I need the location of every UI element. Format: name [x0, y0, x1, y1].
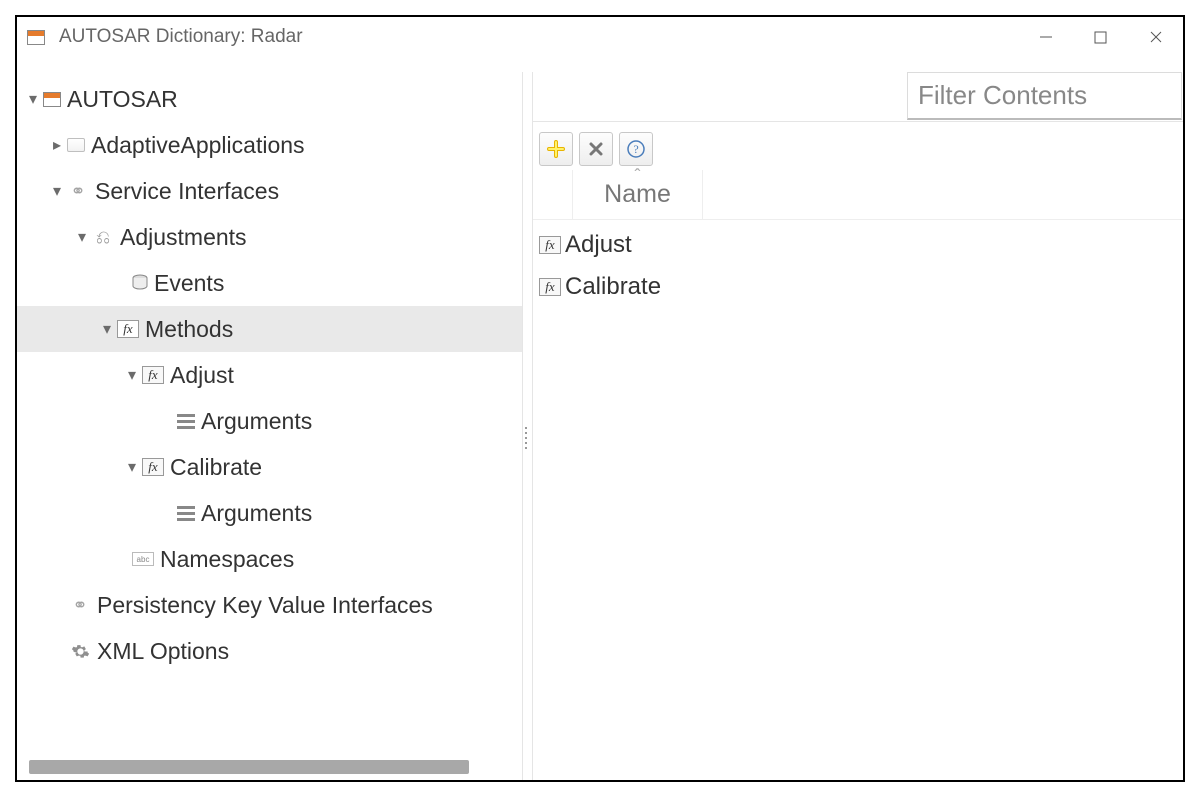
tree-pane: ▾ AUTOSAR ▸ AdaptiveApplications ▾ ⚭ Ser…	[17, 72, 522, 780]
minimize-icon	[1039, 30, 1053, 44]
help-icon: ?	[627, 140, 645, 158]
gear-icon	[69, 640, 91, 662]
tree-label: AdaptiveApplications	[91, 132, 305, 159]
tree-label: Persistency Key Value Interfaces	[97, 592, 433, 619]
toolbar: ?	[533, 122, 1183, 170]
tree-label: Calibrate	[170, 454, 262, 481]
header-label: Name	[604, 180, 671, 209]
detail-pane: Filter Contents ? Name	[532, 72, 1183, 780]
chevron-down-icon[interactable]: ▾	[122, 365, 142, 385]
app-icon	[27, 30, 45, 45]
maximize-button[interactable]	[1073, 17, 1128, 57]
fx-icon: fx	[142, 458, 164, 476]
list-header: Name	[533, 170, 1183, 220]
splitter-grip-icon	[525, 427, 527, 449]
list-item-calibrate[interactable]: fx Calibrate	[533, 266, 1183, 308]
tree-label: Adjust	[170, 362, 234, 389]
chevron-down-icon[interactable]: ▾	[122, 457, 142, 477]
tree-node-persistency[interactable]: ⚭ Persistency Key Value Interfaces	[17, 582, 522, 628]
chevron-down-icon[interactable]: ▾	[97, 319, 117, 339]
minimize-button[interactable]	[1018, 17, 1073, 57]
arguments-icon	[177, 502, 195, 524]
tree-node-xml-options[interactable]: XML Options	[17, 628, 522, 674]
chevron-down-icon[interactable]: ▾	[47, 181, 67, 201]
x-icon	[588, 141, 604, 157]
list-body: fx Adjust fx Calibrate	[533, 220, 1183, 308]
tree-label: Events	[154, 270, 224, 297]
list-item-label: Calibrate	[565, 273, 661, 301]
fx-icon: fx	[539, 236, 561, 254]
tree-node-adjust[interactable]: ▾ fx Adjust	[17, 352, 522, 398]
interfaces-icon: ⚭	[69, 594, 91, 616]
filter-input[interactable]: Filter Contents	[907, 72, 1182, 120]
filter-placeholder: Filter Contents	[918, 80, 1087, 111]
tree-label: AUTOSAR	[67, 86, 178, 113]
filter-spacer	[533, 72, 907, 121]
tree: ▾ AUTOSAR ▸ AdaptiveApplications ▾ ⚭ Ser…	[17, 72, 522, 674]
tree-node-calibrate[interactable]: ▾ fx Calibrate	[17, 444, 522, 490]
add-button[interactable]	[539, 132, 573, 166]
tree-label: Namespaces	[160, 546, 294, 573]
tree-label: Adjustments	[120, 224, 247, 251]
window-frame: AUTOSAR Dictionary: Radar ▾ AUTOSAR	[15, 15, 1185, 782]
tree-node-namespaces[interactable]: abc Namespaces	[17, 536, 522, 582]
window-controls	[1018, 17, 1183, 57]
filter-row: Filter Contents	[533, 72, 1183, 122]
chevron-down-icon[interactable]: ▾	[23, 89, 43, 109]
interfaces-icon: ⚭	[67, 180, 89, 202]
fx-icon: fx	[117, 320, 139, 338]
plus-icon	[547, 140, 565, 158]
fx-icon: fx	[539, 278, 561, 296]
tree-node-service-interfaces[interactable]: ▾ ⚭ Service Interfaces	[17, 168, 522, 214]
window-title: AUTOSAR Dictionary: Radar	[59, 26, 303, 48]
tree-node-adaptive-applications[interactable]: ▸ AdaptiveApplications	[17, 122, 522, 168]
tree-node-adjustments[interactable]: ▾ ⎌ Adjustments	[17, 214, 522, 260]
tree-node-events[interactable]: Events	[17, 260, 522, 306]
tree-label: Arguments	[201, 500, 312, 527]
horizontal-scrollbar[interactable]	[29, 760, 469, 774]
folder-icon	[67, 138, 85, 152]
splitter[interactable]	[522, 72, 532, 780]
list-item-adjust[interactable]: fx Adjust	[533, 224, 1183, 266]
tree-node-adjust-arguments[interactable]: Arguments	[17, 398, 522, 444]
chevron-down-icon[interactable]: ▾	[72, 227, 92, 247]
chevron-right-icon[interactable]: ▸	[47, 135, 67, 155]
header-spacer	[533, 170, 573, 219]
tree-label: Service Interfaces	[95, 178, 279, 205]
titlebar: AUTOSAR Dictionary: Radar	[17, 17, 1183, 57]
title-left: AUTOSAR Dictionary: Radar	[17, 26, 303, 48]
tree-node-autosar[interactable]: ▾ AUTOSAR	[17, 76, 522, 122]
fx-icon: fx	[142, 366, 164, 384]
body: ▾ AUTOSAR ▸ AdaptiveApplications ▾ ⚭ Ser…	[17, 72, 1183, 780]
tree-node-calibrate-arguments[interactable]: Arguments	[17, 490, 522, 536]
close-button[interactable]	[1128, 17, 1183, 57]
list-item-label: Adjust	[565, 231, 632, 259]
help-button[interactable]: ?	[619, 132, 653, 166]
events-icon	[132, 272, 148, 294]
arguments-icon	[177, 410, 195, 432]
autosar-icon	[43, 92, 61, 107]
tree-label: Arguments	[201, 408, 312, 435]
component-icon: ⎌	[92, 226, 114, 248]
close-icon	[1149, 30, 1163, 44]
abc-icon: abc	[132, 552, 154, 566]
maximize-icon	[1094, 31, 1107, 44]
svg-text:?: ?	[633, 142, 638, 156]
tree-label: XML Options	[97, 638, 229, 665]
delete-button[interactable]	[579, 132, 613, 166]
tree-label: Methods	[145, 316, 233, 343]
name-column-header[interactable]: Name	[573, 170, 703, 219]
tree-node-methods[interactable]: ▾ fx Methods	[17, 306, 522, 352]
